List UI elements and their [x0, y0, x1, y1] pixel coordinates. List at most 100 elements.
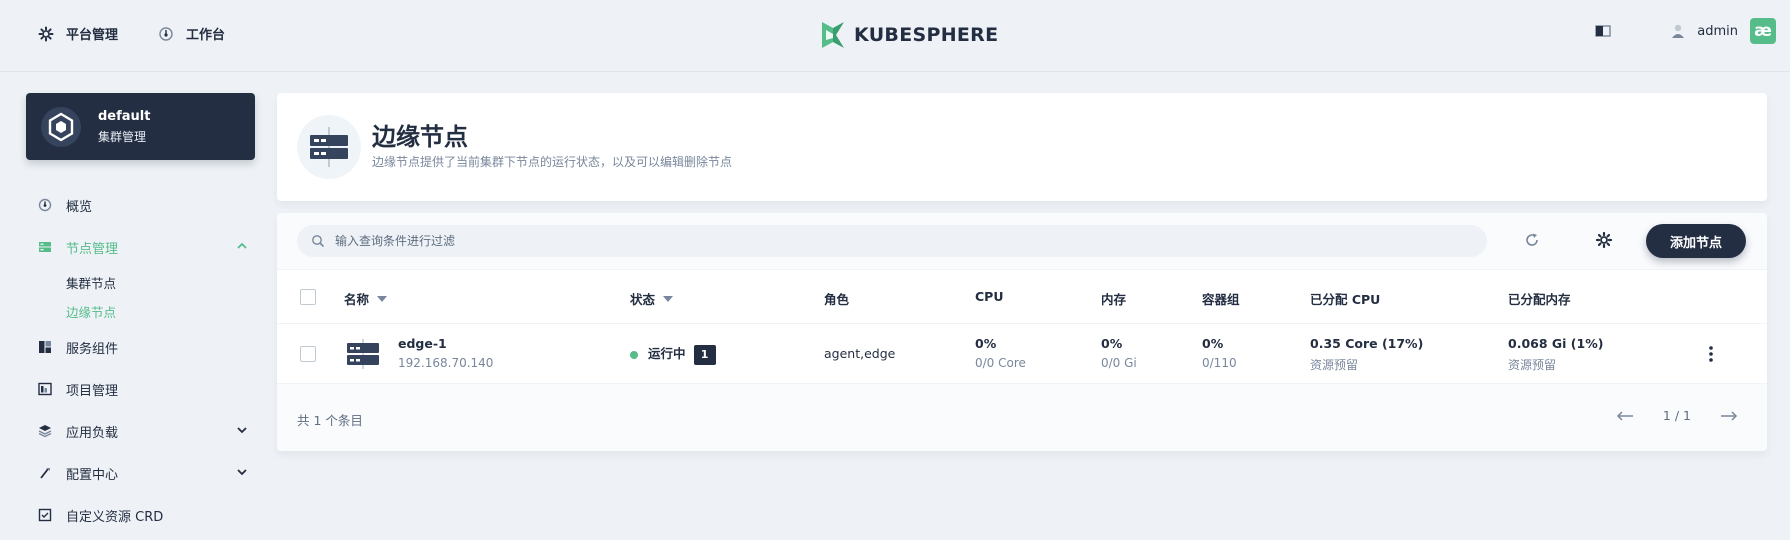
node-name-cell: edge-1 192.168.70.140: [398, 336, 493, 370]
config-icon: [40, 468, 50, 479]
sidebar-item-crd[interactable]: 自定义资源 CRD: [38, 494, 248, 536]
total-count: 共 1 个条目: [297, 413, 363, 428]
allocated-memory-cell: 0.068 Gi (1%) 资源预留: [1508, 336, 1603, 373]
cluster-name: default: [98, 108, 151, 124]
sidebar-item-label: 自定义资源 CRD: [66, 509, 164, 525]
status-badge: 1: [693, 344, 716, 365]
prev-page-icon[interactable]: [1615, 410, 1635, 422]
edge-node-table-card: 添加节点 名称 状态 角色 CPU 内存 容器组 已分配 CPU 已分配内存: [277, 213, 1767, 451]
workbench-label: 工作台: [186, 28, 226, 43]
pods-usage: 0%: [1202, 336, 1224, 351]
sidebar-item-workloads[interactable]: 应用负载: [38, 410, 248, 452]
add-node-button[interactable]: 添加节点: [1646, 224, 1746, 258]
sidebar-item-label: 节点管理: [66, 241, 119, 257]
sidebar-item-label: 配置中心: [66, 467, 119, 483]
top-bar: 平台管理 工作台 KUBESPHERE admin æ: [0, 0, 1790, 72]
dashboard-icon: [159, 26, 173, 41]
cluster-card[interactable]: default 集群管理: [26, 93, 255, 160]
column-pods: 容器组: [1202, 292, 1240, 307]
node-server-icon: [347, 339, 379, 369]
column-name[interactable]: 名称: [344, 289, 388, 308]
node-name-link[interactable]: edge-1: [398, 336, 493, 351]
sidebar-item-node-management[interactable]: 节点管理: [38, 226, 248, 268]
crd-icon: [38, 508, 52, 522]
kubesphere-logo[interactable]: KUBESPHERE: [820, 20, 998, 50]
column-label: 状态: [630, 292, 656, 307]
sort-down-icon[interactable]: [663, 295, 674, 302]
node-icon: [39, 242, 51, 252]
sidebar-item-projects[interactable]: 项目管理: [38, 368, 248, 410]
memory-detail: 0/0 Gi: [1101, 356, 1137, 370]
top-nav: 平台管理 工作台: [38, 24, 225, 43]
overview-icon: [38, 198, 52, 212]
project-icon: [38, 382, 52, 396]
kubesphere-logo-icon: [822, 22, 844, 48]
search-icon: [312, 235, 325, 248]
table-header: 名称 状态 角色 CPU 内存 容器组 已分配 CPU 已分配内存: [277, 270, 1767, 324]
avatar[interactable]: æ: [1750, 18, 1776, 44]
page-title: 边缘节点: [372, 123, 468, 151]
more-actions-icon[interactable]: [1707, 344, 1715, 364]
pagination: 1 / 1: [1615, 408, 1739, 423]
search-bar[interactable]: [297, 225, 1487, 257]
sidebar-item-label: 服务组件: [66, 341, 119, 357]
cpu-usage: 0%: [975, 336, 997, 351]
sidebar-item-components[interactable]: 服务组件: [38, 326, 248, 368]
allocated-memory-value: 0.068 Gi (1%): [1508, 336, 1604, 351]
column-role: 角色: [824, 292, 850, 307]
sidebar-item-label: 概览: [66, 199, 93, 215]
select-all-checkbox[interactable]: [300, 289, 316, 305]
chevron-down-icon[interactable]: [236, 466, 248, 478]
sidebar-item-cluster-nodes[interactable]: 集群节点: [66, 268, 248, 297]
workload-icon: [38, 425, 52, 438]
next-page-icon[interactable]: [1719, 410, 1739, 422]
page-indicator: 1 / 1: [1662, 408, 1691, 423]
search-input[interactable]: [335, 234, 1435, 248]
pods-detail: 0/110: [1202, 356, 1237, 370]
platform-management-label: 平台管理: [66, 28, 119, 43]
table-row[interactable]: edge-1 192.168.70.140 运行中 1 agent,edge 0%…: [277, 324, 1767, 384]
sidebar-item-label: 应用负载: [66, 425, 119, 441]
brand-name: KUBESPHERE: [854, 24, 999, 46]
settings-icon[interactable]: [1594, 230, 1614, 250]
sidebar-item-label: 项目管理: [66, 383, 119, 399]
gear-icon: [38, 26, 54, 41]
status-dot-icon: [630, 350, 638, 359]
column-status[interactable]: 状态: [630, 289, 674, 308]
column-label: 名称: [344, 292, 370, 307]
column-memory: 内存: [1101, 292, 1127, 307]
chevron-up-icon[interactable]: [236, 240, 248, 252]
pods-cell: 0% 0/110: [1202, 336, 1237, 370]
allocated-cpu-cell: 0.35 Core (17%) 资源预留: [1310, 336, 1423, 373]
role-cell: agent,edge: [824, 346, 896, 361]
node-ip: 192.168.70.140: [398, 356, 494, 370]
platform-management-link[interactable]: 平台管理: [38, 24, 118, 43]
column-allocated-cpu: 已分配 CPU: [1310, 292, 1381, 307]
table-footer: 共 1 个条目 1 / 1: [277, 384, 1767, 451]
memory-cell: 0% 0/0 Gi: [1101, 336, 1137, 370]
allocated-cpu-value: 0.35 Core (17%): [1310, 336, 1424, 351]
refresh-icon[interactable]: [1522, 230, 1542, 250]
user-name[interactable]: admin: [1697, 24, 1738, 39]
allocated-cpu-note: 资源预留: [1310, 358, 1359, 372]
sidebar-menu: 概览 节点管理 集群节点 边缘节点 服务组件 项目管理 应用负载 配置中心 自定…: [38, 184, 248, 536]
workbench-link[interactable]: 工作台: [158, 24, 225, 43]
cpu-detail: 0/0 Core: [975, 356, 1026, 370]
theme-toggle-icon[interactable]: [1595, 23, 1611, 39]
page-header: 边缘节点 边缘节点提供了当前集群下节点的运行状态，以及可以编辑删除节点: [277, 93, 1767, 201]
status-cell: 运行中 1: [630, 343, 716, 365]
cpu-cell: 0% 0/0 Core: [975, 336, 1026, 370]
row-checkbox[interactable]: [300, 346, 316, 362]
memory-usage: 0%: [1101, 336, 1123, 351]
page-description: 边缘节点提供了当前集群下节点的运行状态，以及可以编辑删除节点: [372, 155, 733, 169]
components-icon: [39, 341, 51, 353]
chevron-down-icon[interactable]: [236, 424, 248, 436]
sidebar-item-config-center[interactable]: 配置中心: [38, 452, 248, 494]
status-text: 运行中: [648, 346, 686, 361]
user-icon: [1672, 24, 1685, 38]
sidebar-item-overview[interactable]: 概览: [38, 184, 248, 226]
top-right-tools: admin æ: [1595, 18, 1776, 44]
column-cpu: CPU: [975, 289, 1004, 304]
sidebar-item-edge-nodes[interactable]: 边缘节点: [66, 297, 248, 326]
sort-down-icon[interactable]: [377, 295, 388, 302]
